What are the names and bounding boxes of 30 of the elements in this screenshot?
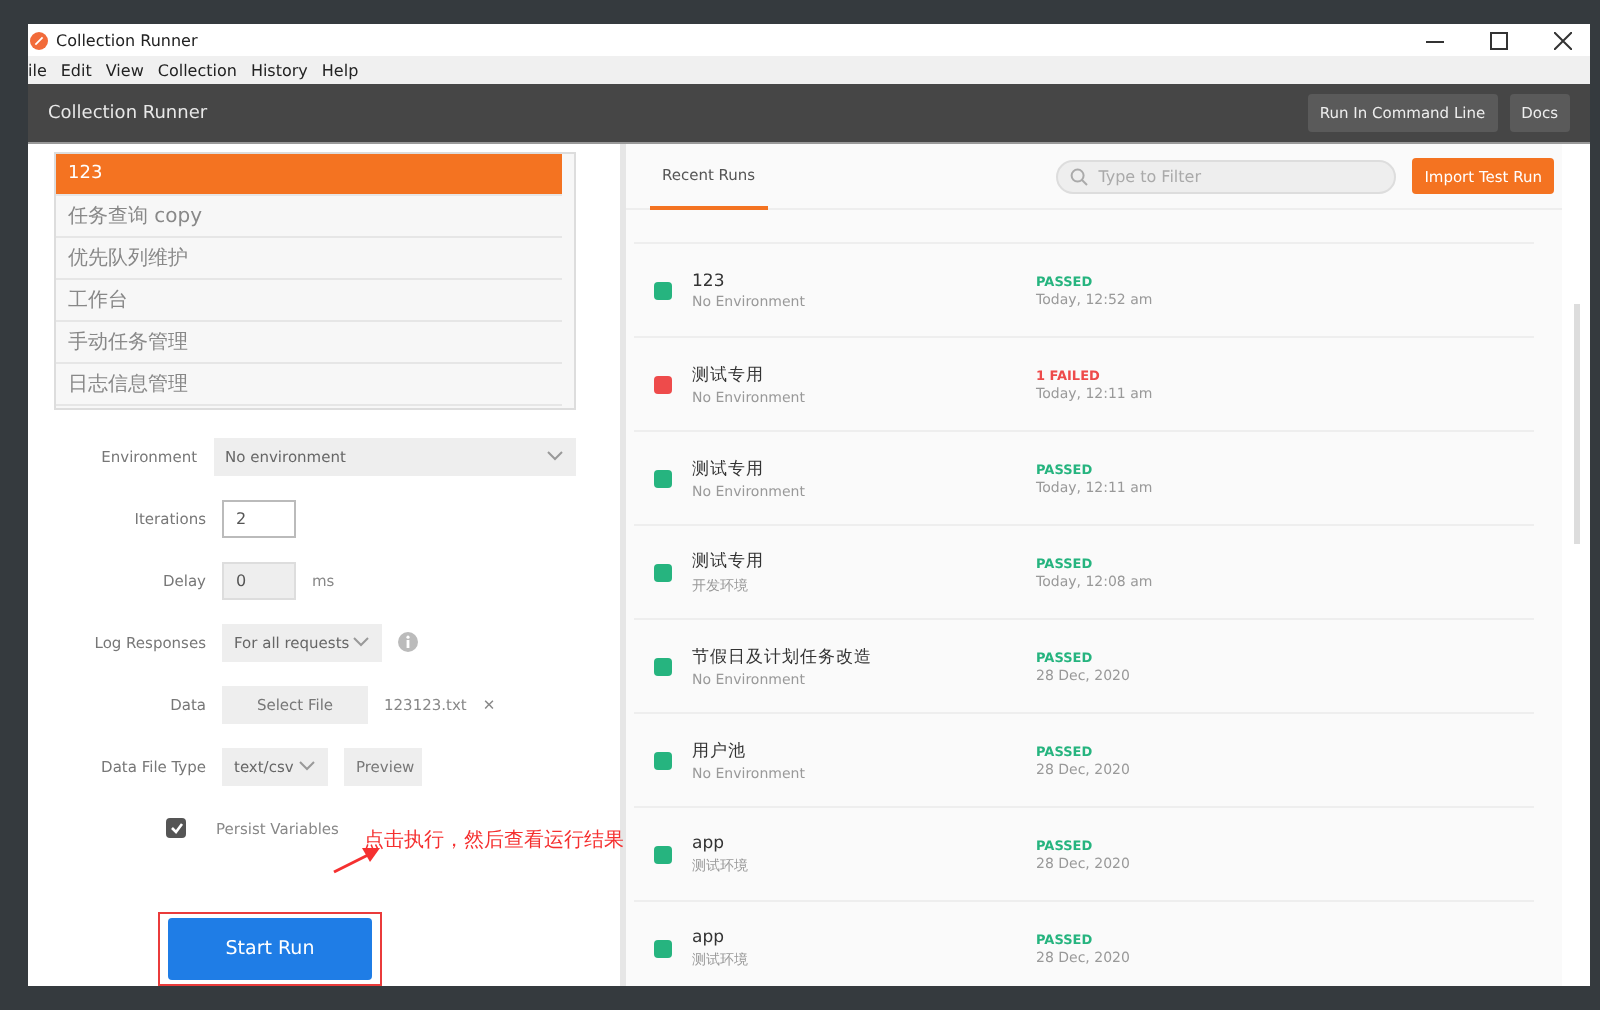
menu-item[interactable]: View — [105, 61, 144, 79]
maximize-icon — [1489, 31, 1507, 49]
chevron-down-icon — [298, 760, 316, 773]
run-name: 测试专用 — [692, 549, 766, 573]
menu-item[interactable]: History — [250, 61, 308, 79]
menu-item[interactable]: Collection — [157, 61, 237, 79]
checkbox[interactable] — [166, 818, 186, 839]
annotation-text: 点击执行，然后查看运行结果 — [364, 827, 624, 854]
run-name: 测试专用 — [692, 363, 766, 387]
menu-item[interactable]: Help — [321, 61, 359, 79]
run-name: app — [692, 927, 726, 947]
annotation-arrow — [332, 846, 380, 874]
input-field[interactable]: 2 — [222, 499, 296, 538]
chevron-down-icon — [352, 636, 370, 649]
window-title: Collection Runner — [56, 31, 200, 49]
scrollbar-thumb[interactable] — [1573, 304, 1579, 544]
menu-item[interactable]: ile — [28, 61, 47, 79]
start-run-button[interactable]: Start Run — [168, 917, 372, 980]
search-field[interactable]: Type to Filter — [1056, 159, 1397, 193]
run-name: app — [692, 833, 726, 853]
chevron-down-icon — [546, 450, 564, 463]
header-title: Collection Runner — [48, 103, 210, 123]
input-field[interactable]: 0 — [222, 561, 296, 600]
run-name: 节假日及计划任务改造 — [692, 645, 874, 669]
menu-item[interactable]: Edit — [60, 61, 92, 79]
run-name: 123 — [692, 271, 727, 291]
close-icon — [1553, 31, 1571, 49]
run-name: 测试专用 — [692, 457, 766, 481]
run-name: 用户池 — [692, 739, 748, 763]
search-icon — [1070, 167, 1089, 185]
